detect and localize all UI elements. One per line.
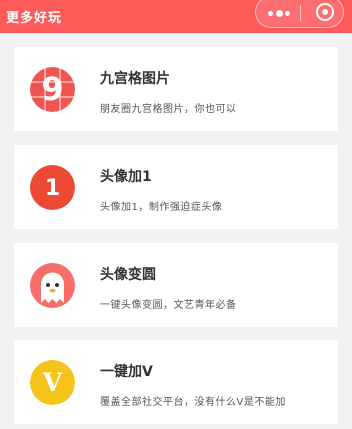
list-item-round-avatar[interactable]: 头像变圆 一键头像变圆，文艺青年必备 [14,243,338,327]
ghost-avatar-icon [30,263,75,308]
item-title: 头像加1 [100,169,152,185]
v-badge-icon: V [30,360,75,405]
capsule-divider [300,5,301,21]
navigation-bar: 更多好玩 [0,0,352,33]
item-title: 九宫格图片 [100,71,170,87]
list-item-nine-grid[interactable]: 9 九宫格图片 朋友圈九宫格图片，你也可以 [14,47,338,131]
item-description: 朋友圈九宫格图片，你也可以 [100,104,237,115]
close-circle-icon[interactable] [316,3,334,21]
item-title: 一键加V [100,364,153,380]
item-description: 头像加1，制作强迫症头像 [100,202,223,213]
svg-text:V: V [42,368,63,397]
page-title: 更多好玩 [6,11,63,26]
svg-text:9: 9 [41,70,63,108]
nine-grid-icon: 9 [30,67,75,112]
svg-text:1: 1 [45,176,60,201]
item-description: 一键头像变圆，文艺青年必备 [100,300,237,311]
item-title: 头像变圆 [100,267,156,283]
menu-capsule [255,0,344,28]
badge-one-icon: 1 [30,165,75,210]
more-dots-icon[interactable] [268,9,290,17]
list-item-add-v[interactable]: V 一键加V 覆盖全部社交平台，没有什么V是不能加 [14,340,338,424]
list-item-avatar-plus-one[interactable]: 1 头像加1 头像加1，制作强迫症头像 [14,145,338,229]
item-description: 覆盖全部社交平台，没有什么V是不能加 [100,397,286,408]
